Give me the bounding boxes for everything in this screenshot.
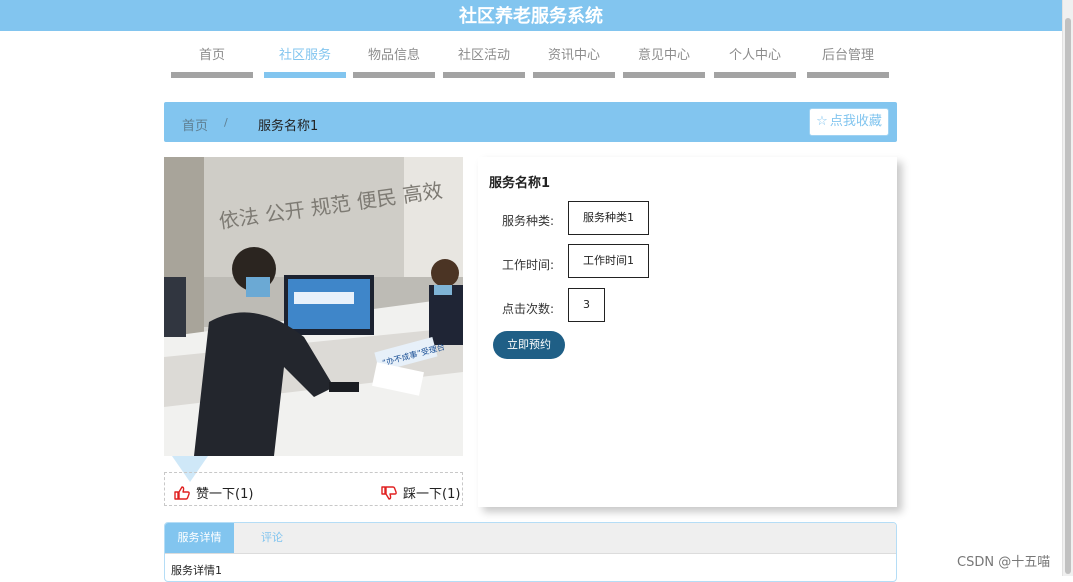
nav-item-feedback[interactable]: 意见中心 [623,47,705,79]
work-time-value: 工作时间1 [568,244,649,278]
nav-underline [714,72,796,78]
tab-service-details[interactable]: 服务详情 [165,523,234,553]
nav-item-activities[interactable]: 社区活动 [443,47,525,79]
nav-item-label: 首页 [198,48,225,63]
nav-item-goods[interactable]: 物品信息 [353,47,435,79]
nav-item-label: 社区活动 [457,48,510,63]
app-title: 社区养老服务系统 [459,6,603,27]
like-label: 赞一下(1) [196,487,254,502]
nav-item-profile[interactable]: 个人中心 [714,47,796,79]
nav-underline [443,72,525,78]
service-info-card: 服务名称1 服务种类: 服务种类1 工作时间: 工作时间1 点击次数: 3 立即… [478,157,897,507]
nav-item-community-service[interactable]: 社区服务 [264,47,346,79]
work-time-label: 工作时间: [502,258,555,272]
watermark: CSDN @十五喵 [957,555,1051,570]
dislike-button[interactable]: 踩一下(1) [381,483,460,502]
page-scrollbar[interactable] [1062,0,1073,576]
nav-item-label: 社区服务 [278,48,331,63]
service-title: 服务名称1 [489,176,551,191]
main-nav: 首页 社区服务 物品信息 社区活动 资讯中心 意见中心 个人中心 后台管理 [0,47,1062,79]
service-photo-illustration: 依法 公开 规范 便民 高效 “办不成事”受理台 [164,157,463,456]
star-outline-icon: ☆ [816,114,828,129]
app-header: 社区养老服务系统 [0,0,1062,31]
nav-underline [623,72,705,78]
nav-item-home[interactable]: 首页 [171,47,253,79]
nav-item-news[interactable]: 资讯中心 [533,47,615,79]
dislike-label: 踩一下(1) [403,487,461,502]
breadcrumb-separator: / [224,116,228,129]
nav-underline [807,72,889,78]
nav-item-label: 物品信息 [367,48,420,63]
nav-item-label: 意见中心 [637,48,690,63]
thumbs-down-icon [381,486,397,500]
scrollbar-thumb[interactable] [1065,18,1071,574]
breadcrumb: 首页 / 服务名称1 ☆ 点我收藏 [164,102,897,142]
nav-item-label: 后台管理 [821,48,874,63]
click-count-label: 点击次数: [502,302,555,316]
service-type-value: 服务种类1 [568,201,649,235]
favorite-button[interactable]: ☆ 点我收藏 [809,108,889,136]
nav-item-admin[interactable]: 后台管理 [807,47,889,79]
service-type-label: 服务种类: [502,214,555,228]
detail-tabs: 服务详情 评论 服务详情1 [164,522,897,582]
nav-underline [353,72,435,78]
vote-bar: 赞一下(1) 踩一下(1) [164,472,463,506]
breadcrumb-home-link[interactable]: 首页 [182,115,208,134]
nav-underline [264,72,346,78]
nav-item-label: 个人中心 [728,48,781,63]
nav-item-label: 资讯中心 [547,48,600,63]
book-now-button[interactable]: 立即预约 [493,331,565,359]
nav-underline [533,72,615,78]
tab-comments[interactable]: 评论 [245,523,299,553]
breadcrumb-current: 服务名称1 [258,119,319,134]
thumbs-up-icon [174,486,190,500]
service-photo: 依法 公开 规范 便民 高效 “办不成事”受理台 [164,157,463,456]
nav-underline [171,72,253,78]
click-count-value: 3 [568,288,605,322]
like-button[interactable]: 赞一下(1) [174,483,253,502]
tab-strip: 服务详情 评论 [165,523,896,554]
favorite-button-label: 点我收藏 [829,114,882,129]
